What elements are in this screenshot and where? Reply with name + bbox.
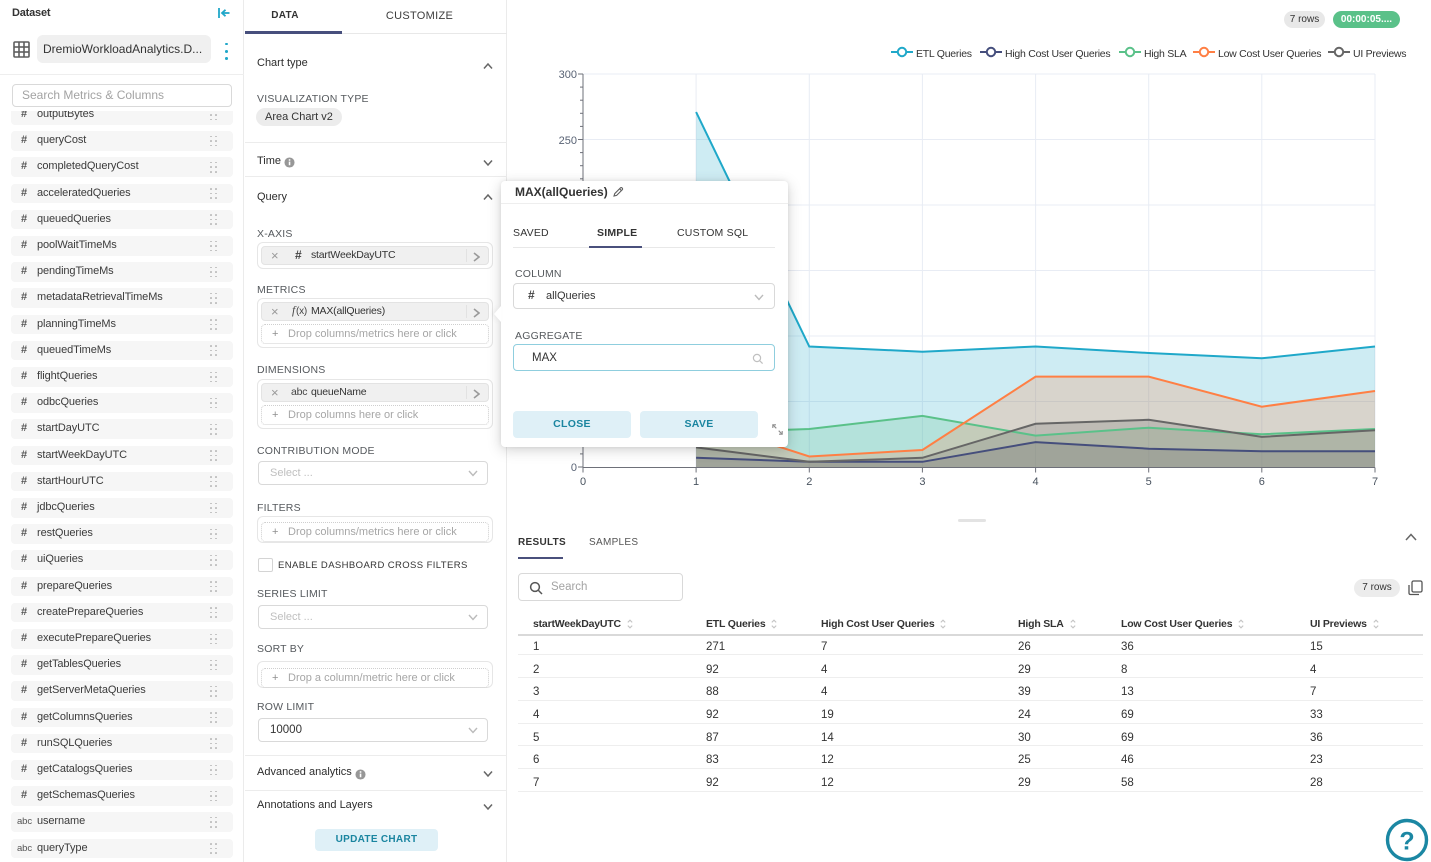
svg-text:2: 2 [806, 476, 812, 488]
svg-text:5: 5 [1146, 476, 1152, 488]
svg-text:6: 6 [1259, 476, 1265, 488]
svg-text:0: 0 [580, 476, 586, 488]
svg-text:250: 250 [559, 135, 577, 147]
svg-text:?: ? [1399, 828, 1414, 856]
svg-text:300: 300 [559, 69, 577, 81]
svg-text:0: 0 [571, 462, 577, 474]
svg-text:7: 7 [1372, 476, 1378, 488]
svg-text:3: 3 [919, 476, 925, 488]
svg-text:4: 4 [1033, 476, 1039, 488]
svg-text:1: 1 [693, 476, 699, 488]
